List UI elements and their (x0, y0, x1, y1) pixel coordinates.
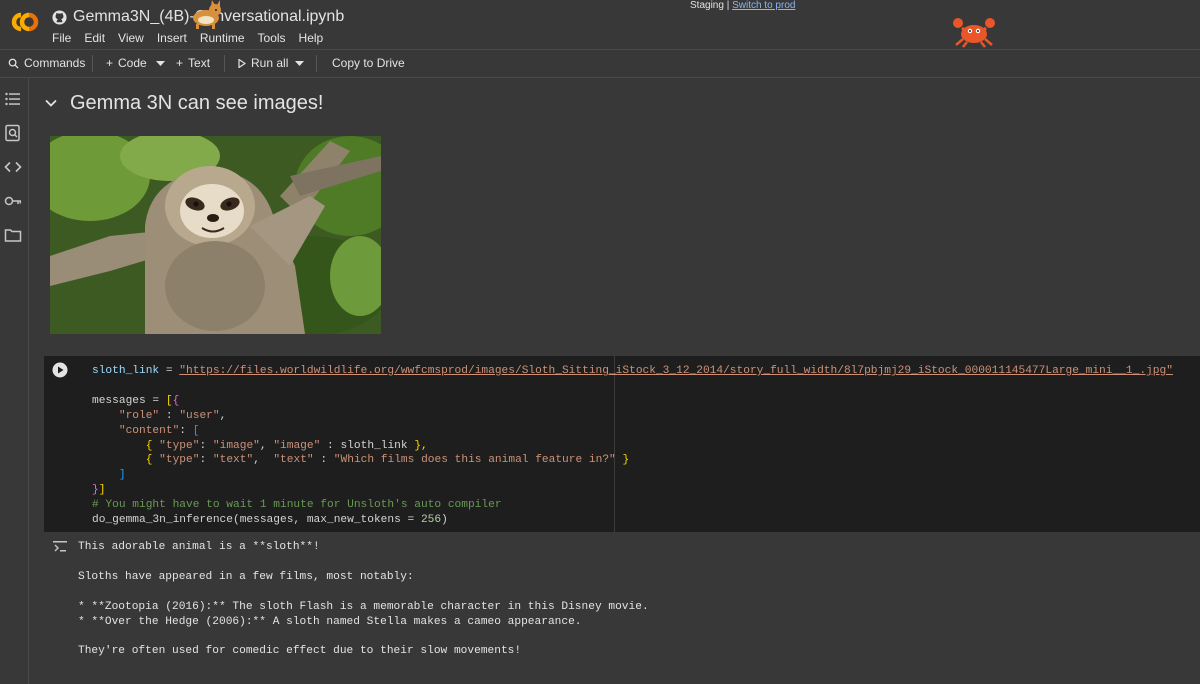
top-bar: Gemma3N_(4B)-Conversational.ipynb File E… (0, 0, 1200, 48)
sloth-image (50, 136, 381, 334)
staging-label: Staging | (690, 0, 730, 11)
code-snippets-icon[interactable] (4, 158, 22, 176)
output-line: * **Over the Hedge (2006):** A sloth nam… (78, 615, 582, 628)
menu-insert[interactable]: Insert (157, 31, 187, 45)
code-editor[interactable]: sloth_link = "https://files.worldwildlif… (92, 364, 1173, 528)
menu-help[interactable]: Help (299, 31, 324, 45)
copy-to-drive-button[interactable]: Copy to Drive (332, 56, 405, 70)
add-text-button[interactable]: + Text (176, 56, 210, 70)
sloth-url-link[interactable]: "https://files.worldwildlife.org/wwfcmsp… (179, 365, 1173, 377)
staging-notice: Staging | Switch to prod (690, 0, 795, 11)
output-line: They're often used for comedic effect du… (78, 645, 522, 658)
crab-mascot-icon (953, 18, 995, 48)
output-line: Sloths have appeared in a few films, mos… (78, 570, 414, 583)
run-cell-button-icon[interactable] (52, 362, 68, 378)
section-heading: Gemma 3N can see images! (70, 92, 324, 114)
code-label: Code (118, 56, 147, 70)
commands-button[interactable]: Commands (8, 56, 85, 70)
menu-view[interactable]: View (118, 31, 144, 45)
output-line: * **Zootopia (2016):** The sloth Flash i… (78, 600, 649, 613)
toolbar-divider (224, 55, 225, 72)
github-icon (52, 9, 67, 25)
commands-label: Commands (24, 56, 86, 70)
menu-bar: File Edit View Insert Runtime Tools Help (52, 31, 336, 45)
run-all-button[interactable]: Run all (238, 56, 288, 70)
code-dropdown-chevron-icon[interactable] (156, 61, 165, 67)
menu-edit[interactable]: Edit (84, 31, 105, 45)
output-actions-icon[interactable] (52, 540, 68, 554)
find-icon[interactable] (4, 124, 22, 142)
colab-logo-icon[interactable] (8, 10, 42, 34)
menu-file[interactable]: File (52, 31, 71, 45)
plus-icon: + (176, 56, 184, 70)
secrets-key-icon[interactable] (4, 192, 22, 210)
toolbar-divider (316, 55, 317, 72)
notebook-toolbar: Commands + Code + Text Run all Copy to D… (0, 49, 1200, 78)
cell-output: This adorable animal is a **sloth**! Slo… (78, 540, 649, 659)
switch-to-prod-link[interactable]: Switch to prod (732, 0, 795, 11)
table-of-contents-icon[interactable] (4, 90, 22, 108)
corgi-mascot-icon (193, 0, 221, 29)
toolbar-divider (92, 55, 93, 72)
play-icon (238, 58, 246, 68)
collapse-section-chevron-icon[interactable] (44, 96, 58, 110)
plus-icon: + (106, 56, 114, 70)
output-line: This adorable animal is a **sloth**! (78, 541, 320, 553)
run-all-label: Run all (251, 56, 289, 70)
add-code-button[interactable]: + Code (106, 56, 147, 70)
files-folder-icon[interactable] (4, 226, 22, 244)
left-sidebar (0, 78, 29, 684)
search-icon (8, 58, 19, 69)
run-dropdown-chevron-icon[interactable] (295, 61, 304, 67)
copy-to-drive-label: Copy to Drive (332, 56, 405, 70)
menu-tools[interactable]: Tools (258, 31, 286, 45)
text-label: Text (188, 56, 211, 70)
menu-runtime[interactable]: Runtime (200, 31, 245, 45)
